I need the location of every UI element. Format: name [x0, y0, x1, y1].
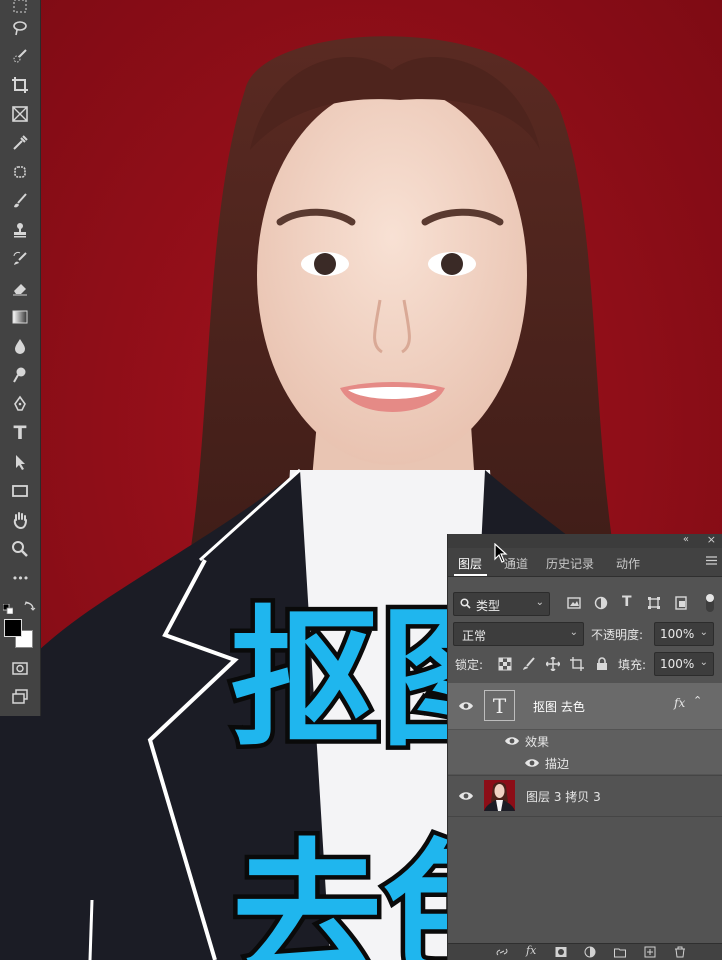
panel-title-bar[interactable]: « × — [448, 533, 722, 548]
filter-smart-object-icon[interactable] — [674, 596, 688, 610]
eye-icon[interactable] — [504, 735, 520, 747]
rectangle-icon[interactable] — [7, 479, 33, 503]
chevron-down-icon: ⌄ — [699, 657, 708, 668]
type-icon[interactable]: T — [7, 421, 33, 445]
quick-mask-icon[interactable] — [7, 656, 33, 680]
dodge-icon[interactable] — [7, 363, 33, 387]
fill-input[interactable]: 100% ⌄ — [654, 652, 714, 676]
close-panel-icon[interactable]: × — [707, 533, 716, 546]
zoom-icon[interactable] — [7, 537, 33, 561]
lock-position-icon[interactable] — [546, 657, 560, 671]
panel-menu-icon[interactable] — [706, 556, 717, 565]
filter-type-icon[interactable]: T — [622, 594, 636, 610]
eraser-icon[interactable] — [7, 276, 33, 300]
eye-icon[interactable] — [458, 700, 474, 712]
effect-name: 描边 — [545, 757, 570, 771]
effects-label: 效果 — [525, 735, 550, 749]
tools-panel: T ••• — [0, 0, 41, 716]
lock-row: 锁定: 填充: 100% ⌄ — [448, 648, 722, 678]
more-icon[interactable]: ••• — [7, 566, 33, 590]
filter-shape-icon[interactable] — [647, 596, 661, 610]
new-layer-icon[interactable] — [644, 946, 656, 958]
chevron-down-icon: ⌄ — [569, 627, 578, 638]
fill-value: 100% — [660, 657, 695, 671]
add-style-icon[interactable]: fx — [526, 944, 538, 957]
tab-layers[interactable]: 图层 — [458, 555, 482, 572]
brush-icon[interactable] — [7, 189, 33, 213]
swap-colors-icon[interactable] — [23, 598, 37, 612]
image-layer-thumbnail — [484, 780, 515, 811]
lock-pixels-icon[interactable] — [522, 657, 536, 671]
layer-item-image[interactable]: 图层 3 拷贝 3 — [448, 775, 722, 817]
blend-mode-value: 正常 — [462, 629, 487, 643]
tab-actions[interactable]: 动作 — [616, 555, 640, 572]
foreground-color-swatch[interactable] — [4, 619, 22, 637]
fill-label: 填充: — [618, 658, 647, 672]
stamp-icon[interactable] — [7, 218, 33, 242]
gradient-icon[interactable] — [7, 305, 33, 329]
lock-transparent-icon[interactable] — [498, 657, 512, 671]
active-tab-indicator — [454, 574, 487, 576]
chevron-down-icon: ⌄ — [699, 627, 708, 638]
history-brush-icon[interactable] — [7, 247, 33, 271]
opacity-value: 100% — [660, 627, 695, 641]
filter-pixel-icon[interactable] — [567, 596, 581, 610]
eyedropper-icon[interactable] — [7, 131, 33, 155]
effect-item-stroke[interactable]: 描边 — [448, 752, 722, 774]
search-icon — [460, 598, 471, 609]
layer-name: 抠图 去色 — [533, 700, 585, 714]
lock-all-icon[interactable] — [595, 657, 609, 671]
eye-icon[interactable] — [458, 790, 474, 802]
add-mask-icon[interactable] — [555, 946, 567, 958]
new-adjustment-icon[interactable] — [584, 946, 596, 958]
path-select-icon[interactable] — [7, 450, 33, 474]
new-group-icon[interactable] — [614, 946, 626, 958]
healing-icon[interactable] — [7, 160, 33, 184]
quick-select-icon[interactable] — [7, 44, 33, 68]
link-layers-icon[interactable] — [496, 946, 508, 958]
layer-effects-row[interactable]: 效果 — [448, 730, 722, 752]
chevron-up-icon[interactable]: ⌃ — [693, 694, 702, 707]
delete-layer-icon[interactable] — [674, 946, 686, 958]
screen-mode-icon[interactable] — [7, 685, 33, 709]
layers-list: T 抠图 去色 fx ⌃ 效果 描边 图层 3 拷贝 3 — [448, 679, 722, 944]
collapse-panel-icon[interactable]: « — [683, 534, 689, 545]
filter-kind-dropdown[interactable]: 类型 ⌄ — [453, 592, 550, 616]
panel-bottom-toolbar: fx — [448, 943, 722, 960]
opacity-input[interactable]: 100% ⌄ — [654, 622, 714, 646]
filter-kind-value: 类型 — [476, 599, 501, 613]
lasso-icon[interactable] — [7, 16, 33, 40]
fx-badge[interactable]: fx — [674, 696, 685, 710]
crop-icon[interactable] — [7, 73, 33, 97]
blend-row: 正常 ⌄ 不透明度: 100% ⌄ — [448, 618, 722, 648]
blur-icon[interactable] — [7, 334, 33, 358]
eye-icon[interactable] — [524, 757, 540, 769]
frame-icon[interactable] — [7, 102, 33, 126]
pen-icon[interactable] — [7, 392, 33, 416]
opacity-label: 不透明度: — [591, 628, 644, 642]
filter-adjustment-icon[interactable] — [594, 596, 608, 610]
hand-icon[interactable] — [7, 508, 33, 532]
filter-row: 类型 ⌄ T — [448, 588, 722, 618]
layer-name: 图层 3 拷贝 3 — [526, 790, 601, 804]
filter-toggle[interactable] — [706, 594, 714, 612]
layers-panel: « × 图层 通道 历史记录 动作 类型 ⌄ T 正常 ⌄ 不透明度: 100%… — [447, 533, 722, 960]
lock-artboard-icon[interactable] — [570, 657, 584, 671]
layer-item-text[interactable]: T 抠图 去色 fx ⌃ — [448, 683, 722, 729]
lock-label: 锁定: — [455, 658, 484, 672]
chevron-down-icon: ⌄ — [535, 597, 544, 608]
text-layer-thumbnail: T — [484, 690, 515, 721]
blend-mode-dropdown[interactable]: 正常 ⌄ — [453, 622, 584, 646]
tab-history[interactable]: 历史记录 — [546, 555, 594, 572]
mouse-cursor-icon — [494, 543, 508, 563]
default-colors-icon[interactable] — [2, 599, 14, 615]
panel-tabs: 图层 通道 历史记录 动作 — [448, 548, 722, 577]
